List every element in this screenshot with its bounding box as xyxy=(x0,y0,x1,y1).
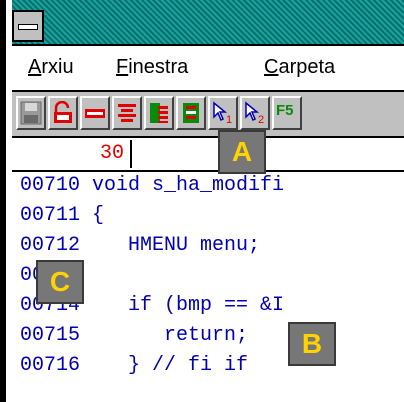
line-number-field[interactable]: 30 xyxy=(20,140,132,168)
f5-button[interactable]: F5 xyxy=(272,96,302,130)
menu-carpeta-rest: arpeta xyxy=(278,56,336,78)
badge-a: A xyxy=(218,130,266,174)
folder-stack-button[interactable] xyxy=(144,96,174,130)
code-line: 00715 return; xyxy=(20,324,249,347)
code-line: 00712 HMENU menu; xyxy=(20,234,261,257)
green-stack-icon xyxy=(183,103,199,123)
cursor-2-button[interactable]: 2 xyxy=(240,96,270,130)
title-bar[interactable] xyxy=(12,0,404,46)
svg-text:1: 1 xyxy=(226,114,232,125)
cursor-1-icon: 1 xyxy=(213,101,232,125)
unlock-button[interactable] xyxy=(48,96,78,130)
line-icon xyxy=(85,109,105,118)
cursor-1-button[interactable]: 1 xyxy=(208,96,238,130)
line-number-row: 30 xyxy=(12,138,404,172)
system-menu-button[interactable] xyxy=(12,10,44,42)
menu-carpeta-hotkey: C xyxy=(264,56,279,78)
menu-arxiu[interactable]: Arxiu xyxy=(28,56,74,79)
code-line: 00716 } // fi if xyxy=(20,354,249,377)
menu-finestra[interactable]: Finestra xyxy=(116,56,188,79)
f5-icon: F5 xyxy=(276,102,294,119)
code-line: 00711 { xyxy=(20,204,105,227)
save-icon xyxy=(20,101,42,125)
folder-stack-icon xyxy=(150,103,168,123)
align-icon xyxy=(118,104,136,122)
menu-finestra-hotkey: F xyxy=(116,56,129,78)
menu-arxiu-rest: rxiu xyxy=(41,56,74,78)
menu-finestra-rest: inestra xyxy=(128,56,189,78)
menu-bar: Arxiu Finestra Carpeta xyxy=(12,46,404,92)
badge-c: C xyxy=(36,260,84,304)
svg-text:2: 2 xyxy=(258,114,264,125)
menu-arxiu-hotkey: A xyxy=(28,56,42,78)
cursor-2-icon: 2 xyxy=(245,101,264,125)
unlock-icon xyxy=(54,101,72,123)
menu-carpeta[interactable]: Carpeta xyxy=(264,56,335,79)
badge-b: B xyxy=(288,322,336,366)
system-menu-bar-icon xyxy=(18,24,38,30)
toolbar: 1 2 F5 xyxy=(12,92,404,138)
green-stack-button[interactable] xyxy=(176,96,206,130)
line-button[interactable] xyxy=(80,96,110,130)
align-button[interactable] xyxy=(112,96,142,130)
save-button[interactable] xyxy=(16,96,46,130)
app-window: Arxiu Finestra Carpeta 1 2 F5 30 00710 v… xyxy=(0,0,404,402)
code-line: 00710 void s_ha_modifi xyxy=(20,174,285,197)
